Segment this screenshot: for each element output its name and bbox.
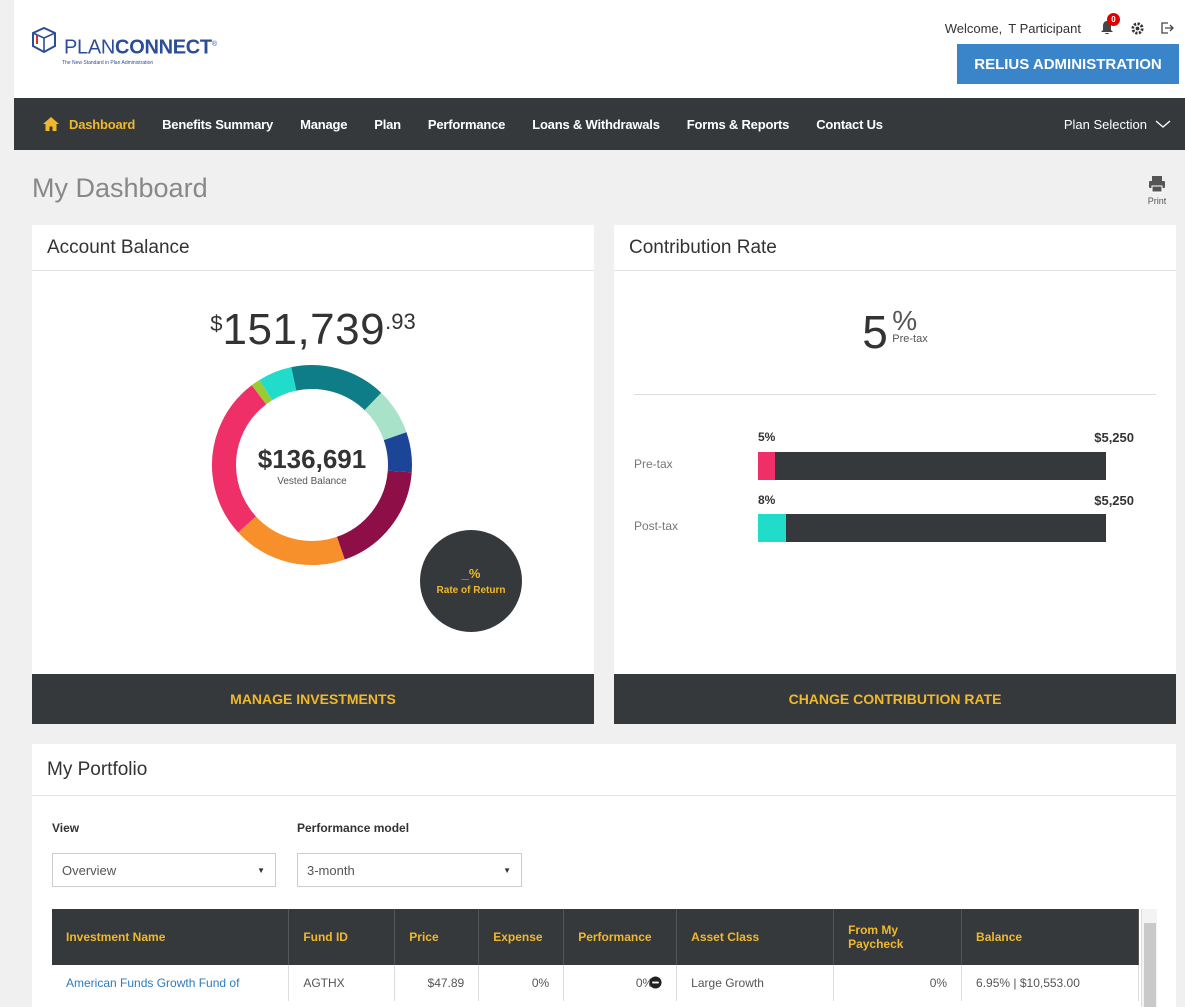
logo-text-connect: CONNECT bbox=[115, 36, 212, 59]
performance-cell: 0% bbox=[563, 965, 678, 1001]
performance-model-select[interactable]: 3-month ▼ bbox=[297, 853, 522, 887]
fund-id-cell: AGTHX bbox=[288, 965, 396, 1001]
contribution-rate-number: 5 bbox=[862, 306, 888, 358]
welcome-text: Welcome, bbox=[944, 20, 1003, 36]
vested-balance: $136,691 Vested Balance bbox=[210, 363, 414, 567]
page-title: My Dashboard bbox=[32, 173, 208, 203]
col-expense[interactable]: Expense bbox=[478, 909, 565, 965]
performance-model-label: Performance model bbox=[297, 821, 410, 835]
expense-cell: 0% bbox=[478, 965, 565, 1001]
table-scrollbar[interactable] bbox=[1141, 909, 1157, 1007]
logout-icon[interactable] bbox=[1157, 18, 1177, 38]
allocation-donut-chart[interactable]: $136,691 Vested Balance bbox=[210, 363, 414, 567]
notifications-bell-icon[interactable]: 0 bbox=[1097, 13, 1120, 38]
vested-balance-value: $136,691 bbox=[257, 443, 367, 474]
rate-of-return-label: Rate of Return bbox=[436, 585, 506, 596]
plan-selection-label: Plan Selection bbox=[1063, 116, 1147, 132]
divider bbox=[634, 394, 1156, 395]
logo-tagline: The New Standard in Plan Administration bbox=[62, 60, 154, 66]
view-select[interactable]: Overview ▼ bbox=[52, 853, 276, 887]
pretax-label: Pre-tax bbox=[634, 457, 673, 471]
price-cell: $47.89 bbox=[394, 965, 480, 1001]
pretax-bar-fill bbox=[758, 452, 776, 480]
col-investment-name[interactable]: Investment Name bbox=[52, 909, 290, 965]
posttax-bar-fill bbox=[758, 514, 786, 542]
main-nav: Dashboard Benefits Summary Manage Plan P… bbox=[14, 98, 1185, 150]
nav-dashboard[interactable]: Dashboard bbox=[42, 116, 135, 132]
col-fund-id[interactable]: Fund ID bbox=[288, 909, 396, 965]
plan-selection-dropdown[interactable]: Plan Selection bbox=[1064, 117, 1171, 132]
view-label: View bbox=[52, 821, 80, 835]
scrollbar-thumb[interactable] bbox=[1144, 923, 1156, 1007]
table-header-row: Investment Name Fund ID Price Expense Pe… bbox=[52, 909, 1139, 965]
posttax-pct: 8% bbox=[758, 493, 776, 507]
caret-down-icon: ▼ bbox=[257, 865, 265, 875]
contribution-rate-card: Contribution Rate 5 % Pre-tax 5% $5,250 P… bbox=[614, 225, 1176, 724]
nav-plan[interactable]: Plan bbox=[374, 117, 401, 132]
pretax-amount: $5,250 bbox=[1094, 430, 1134, 445]
planconnect-logo[interactable]: PLANCONNECT® The New Standard in Plan Ad… bbox=[28, 24, 217, 66]
nav-loans-withdrawals[interactable]: Loans & Withdrawals bbox=[532, 117, 660, 132]
logo-text-plan: PLAN bbox=[64, 36, 116, 59]
notification-badge: 0 bbox=[1107, 13, 1120, 26]
nav-benefits-summary[interactable]: Benefits Summary bbox=[162, 117, 273, 132]
user-name[interactable]: T Participant bbox=[1008, 21, 1081, 36]
paycheck-cell: 0% bbox=[833, 965, 963, 1001]
relius-administration-button[interactable]: RELIUS ADMINISTRATION bbox=[957, 44, 1179, 84]
balance-cell: 6.95% | $10,553.00 bbox=[961, 965, 1139, 1001]
pretax-contribution-row: 5% $5,250 Pre-tax bbox=[634, 430, 1134, 490]
posttax-bar bbox=[758, 514, 1106, 542]
col-balance[interactable]: Balance bbox=[961, 909, 1139, 965]
nav-performance[interactable]: Performance bbox=[428, 117, 505, 132]
total-balance: $151,739.93 bbox=[32, 305, 594, 355]
balance-currency: $ bbox=[210, 311, 223, 336]
posttax-amount: $5,250 bbox=[1094, 493, 1134, 508]
posttax-contribution-row: 8% $5,250 Post-tax bbox=[634, 493, 1134, 553]
change-contribution-rate-button[interactable]: CHANGE CONTRIBUTION RATE bbox=[614, 674, 1176, 724]
top-header: PLANCONNECT® The New Standard in Plan Ad… bbox=[14, 0, 1185, 98]
caret-down-icon: ▼ bbox=[503, 865, 511, 875]
performance-model-value: 3-month bbox=[307, 862, 355, 878]
col-performance[interactable]: Performance bbox=[563, 909, 678, 965]
gear-icon[interactable] bbox=[1127, 18, 1147, 38]
rate-of-return-circle: _% Rate of Return bbox=[420, 530, 522, 632]
account-balance-card: Account Balance $151,739.93 $136,691 Ves… bbox=[32, 225, 594, 724]
nav-dashboard-label: Dashboard bbox=[69, 116, 136, 132]
contribution-rate-symbol: % bbox=[892, 305, 918, 336]
balance-cents: .93 bbox=[385, 309, 416, 334]
investment-name-link[interactable]: American Funds Growth Fund of bbox=[52, 965, 290, 1001]
print-button[interactable]: Print bbox=[1144, 174, 1170, 206]
view-select-value: Overview bbox=[62, 862, 117, 878]
portfolio-table: Investment Name Fund ID Price Expense Pe… bbox=[52, 909, 1139, 1001]
pretax-pct: 5% bbox=[758, 430, 776, 444]
contribution-rate-type: Pre-tax bbox=[892, 333, 928, 345]
col-price[interactable]: Price bbox=[394, 909, 480, 965]
balance-amount: 151,739 bbox=[222, 305, 386, 354]
print-label: Print bbox=[1147, 196, 1167, 206]
col-from-my-paycheck[interactable]: From My Paycheck bbox=[833, 909, 963, 965]
asset-class-cell: Large Growth bbox=[676, 965, 835, 1001]
cube-logo-icon bbox=[32, 26, 56, 54]
contribution-rate-title: Contribution Rate bbox=[614, 225, 1176, 271]
my-portfolio-title: My Portfolio bbox=[32, 744, 1176, 796]
manage-investments-button[interactable]: MANAGE INVESTMENTS bbox=[32, 674, 594, 724]
home-icon bbox=[43, 117, 59, 131]
contribution-rate-summary: 5 % Pre-tax bbox=[614, 305, 1176, 359]
minus-circle-icon[interactable] bbox=[649, 976, 662, 989]
rate-of-return-value: _% bbox=[461, 566, 481, 581]
pretax-bar bbox=[758, 452, 1106, 480]
chevron-down-icon bbox=[1155, 120, 1171, 128]
nav-contact-us[interactable]: Contact Us bbox=[816, 117, 883, 132]
table-row: American Funds Growth Fund of AGTHX $47.… bbox=[52, 965, 1139, 1001]
col-asset-class[interactable]: Asset Class bbox=[676, 909, 835, 965]
nav-forms-reports[interactable]: Forms & Reports bbox=[687, 117, 790, 132]
account-balance-title: Account Balance bbox=[32, 225, 594, 271]
user-area: Welcome, T Participant 0 bbox=[944, 13, 1177, 38]
printer-icon bbox=[1149, 176, 1165, 193]
vested-balance-label: Vested Balance bbox=[277, 475, 347, 487]
posttax-label: Post-tax bbox=[634, 519, 679, 533]
nav-manage[interactable]: Manage bbox=[300, 117, 347, 132]
